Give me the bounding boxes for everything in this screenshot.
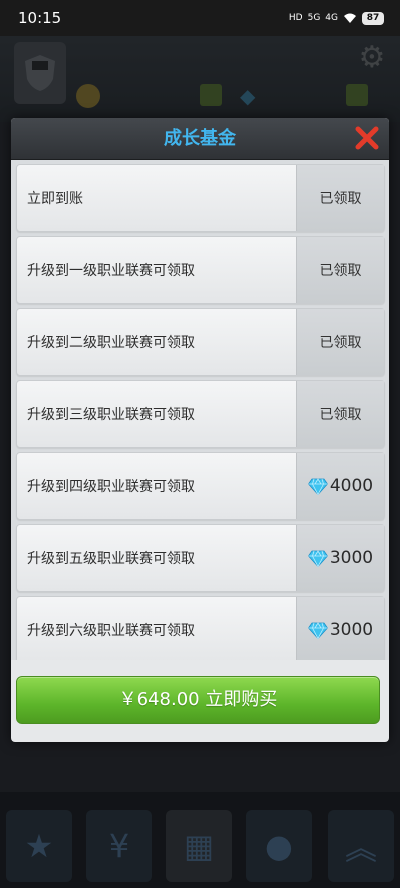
close-button[interactable]	[353, 124, 381, 152]
hd-indicator: HD	[288, 13, 303, 23]
5g-indicator: 5G	[307, 13, 321, 23]
status-time: 10:15	[18, 9, 62, 27]
reward-row-league-4: 升级到四级职业联赛可领取 4000	[16, 452, 385, 520]
reward-label: 升级到六级职业联赛可领取	[27, 623, 195, 639]
diamond-icon	[307, 477, 328, 495]
reward-label: 升级到三级职业联赛可领取	[27, 407, 195, 423]
claimed-text: 已领取	[319, 407, 362, 423]
reward-row-league-3: 升级到三级职业联赛可领取 已领取	[16, 380, 385, 448]
diamond-icon	[307, 549, 328, 567]
gem-amount: 4000	[329, 476, 374, 496]
reward-list[interactable]: 立即到账 已领取 升级到一级职业联赛可领取 已领取 升级到二级职业联赛可领取 已…	[11, 160, 389, 660]
4g-indicator: 4G	[325, 13, 338, 23]
claim-status-button[interactable]: 已领取	[296, 309, 384, 375]
reward-label: 升级到一级职业联赛可领取	[27, 263, 195, 279]
reward-row-league-1: 升级到一级职业联赛可领取 已领取	[16, 236, 385, 304]
status-bar: 10:15 HD 5G 4G 87	[0, 0, 400, 36]
dialog-header: 成长基金	[11, 118, 389, 160]
reward-label: 升级到五级职业联赛可领取	[27, 551, 195, 567]
claim-reward-button[interactable]: 4000	[296, 453, 384, 519]
diamond-icon	[307, 621, 328, 639]
reward-row-league-5: 升级到五级职业联赛可领取 3000	[16, 524, 385, 592]
claim-reward-button[interactable]: 3000	[296, 597, 384, 660]
battery-icon: 87	[362, 11, 384, 25]
claim-status-button[interactable]: 已领取	[296, 237, 384, 303]
reward-label: 立即到账	[27, 191, 83, 207]
gem-amount: 3000	[329, 548, 374, 568]
claimed-text: 已领取	[319, 263, 362, 279]
buy-now-button[interactable]: ￥648.00 立即购买	[16, 676, 380, 724]
claim-status-button[interactable]: 已领取	[296, 165, 384, 231]
claimed-text: 已领取	[319, 191, 362, 207]
wifi-icon	[344, 13, 356, 23]
claim-reward-button[interactable]: 3000	[296, 525, 384, 591]
claim-status-button[interactable]: 已领取	[296, 381, 384, 447]
reward-row-instant: 立即到账 已领取	[16, 164, 385, 232]
growth-fund-dialog: 成长基金 立即到账 已领取 升级到一级职业联赛可领取 已领取 升级到二级职业联赛…	[11, 118, 389, 742]
status-indicators: HD 5G 4G 87	[288, 11, 384, 25]
gem-amount: 3000	[329, 620, 374, 640]
reward-label: 升级到二级职业联赛可领取	[27, 335, 195, 351]
reward-label: 升级到四级职业联赛可领取	[27, 479, 195, 495]
claimed-text: 已领取	[319, 335, 362, 351]
reward-row-league-2: 升级到二级职业联赛可领取 已领取	[16, 308, 385, 376]
close-icon	[355, 126, 379, 150]
dialog-title: 成长基金	[164, 128, 236, 149]
reward-row-league-6: 升级到六级职业联赛可领取 3000	[16, 596, 385, 660]
